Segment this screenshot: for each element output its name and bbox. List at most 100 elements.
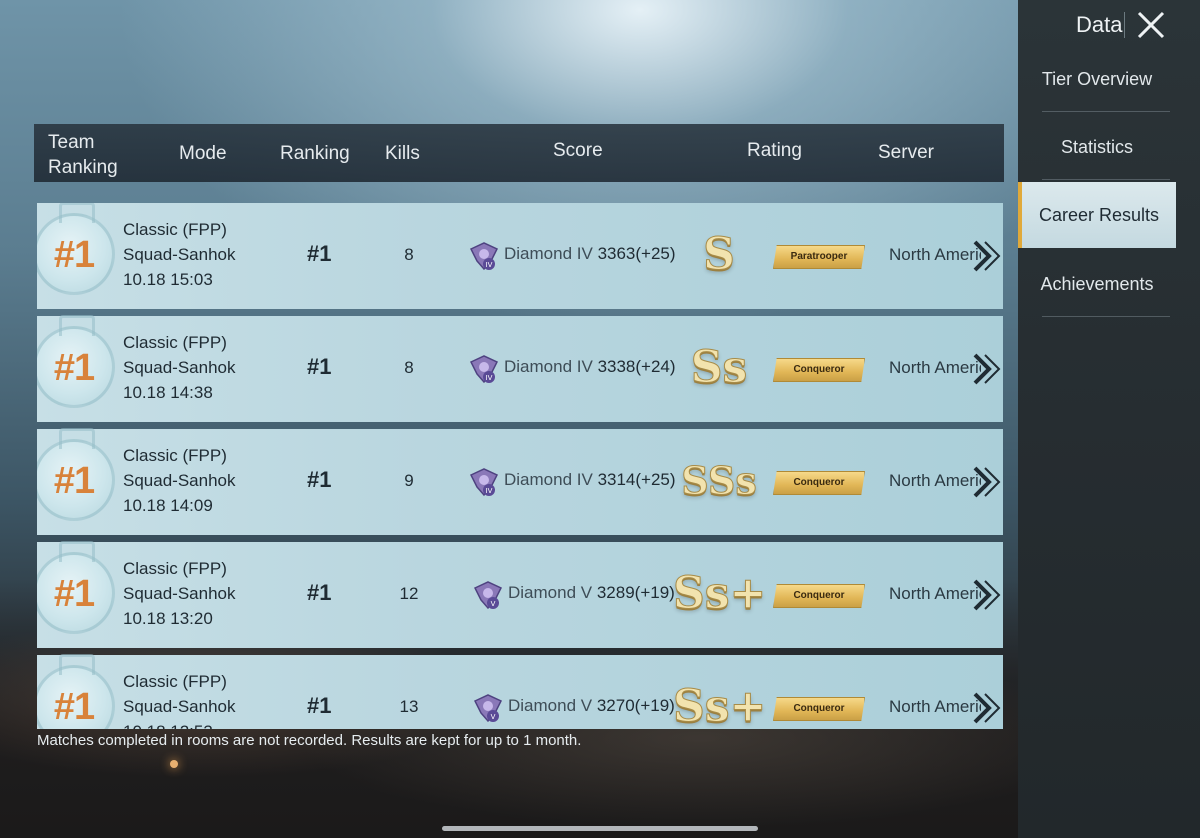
rating-grade: Ss+ bbox=[673, 681, 767, 730]
background-light bbox=[170, 760, 178, 768]
match-info: Classic (FPP) Squad-Sanhok 10.18 14:38 bbox=[123, 330, 235, 405]
diamond-tier-icon: IV bbox=[469, 242, 499, 271]
nav-career-results[interactable]: Career Results bbox=[1018, 182, 1176, 248]
nav-statistics[interactable]: Statistics bbox=[1018, 114, 1176, 180]
team-placement: #1 bbox=[53, 686, 95, 728]
title-badge: Conqueror bbox=[773, 358, 865, 382]
server-name: North America bbox=[889, 245, 981, 264]
nav-label: Tier Overview bbox=[1041, 69, 1153, 89]
close-icon[interactable] bbox=[1136, 10, 1166, 40]
match-row[interactable]: #1 Classic (FPP) Squad-Sanhok 10.18 12:5… bbox=[37, 654, 1003, 730]
match-mode: Classic (FPP) bbox=[123, 672, 227, 691]
title-badge: Conqueror bbox=[773, 584, 865, 608]
nav-divider bbox=[1042, 179, 1170, 180]
chevron-right-icon[interactable] bbox=[971, 465, 1003, 499]
header-server: Server bbox=[878, 142, 934, 163]
nav-label: Statistics bbox=[1060, 137, 1134, 157]
match-mode: Classic (FPP) bbox=[123, 559, 227, 578]
score-text: Diamond V 3289(+19) bbox=[508, 583, 675, 603]
nav-divider bbox=[1042, 316, 1170, 317]
tier-name: Diamond IV bbox=[504, 470, 593, 489]
match-time: 10.18 15:03 bbox=[123, 270, 213, 289]
diamond-tier-icon: V bbox=[473, 581, 503, 610]
tier-name: Diamond IV bbox=[504, 244, 593, 263]
match-time: 10.18 14:38 bbox=[123, 383, 213, 402]
match-time: 10.18 12:53 bbox=[123, 719, 235, 729]
rating-grade: S bbox=[703, 229, 736, 281]
header-score: Score bbox=[553, 140, 603, 161]
match-map: Squad-Sanhok bbox=[123, 584, 236, 603]
match-row[interactable]: #1 Classic (FPP) Squad-Sanhok 10.18 14:3… bbox=[37, 315, 1003, 422]
svg-text:IV: IV bbox=[486, 374, 493, 382]
home-indicator[interactable] bbox=[442, 826, 758, 831]
title-badge: Conqueror bbox=[773, 471, 865, 495]
title-badge: Conqueror bbox=[773, 697, 865, 721]
svg-text:IV: IV bbox=[486, 261, 493, 269]
header-ranking: Ranking bbox=[280, 143, 350, 164]
match-kills: 13 bbox=[399, 697, 419, 716]
match-row[interactable]: #1 Classic (FPP) Squad-Sanhok 10.18 13:2… bbox=[37, 541, 1003, 648]
diamond-tier-icon: IV bbox=[469, 468, 499, 497]
match-row[interactable]: #1 Classic (FPP) Squad-Sanhok 10.18 15:0… bbox=[37, 203, 1003, 309]
score-text: Diamond IV 3363(+25) bbox=[504, 244, 676, 264]
server-name: North America bbox=[889, 697, 981, 716]
match-mode: Classic (FPP) bbox=[123, 333, 227, 352]
match-map: Squad-Sanhok bbox=[123, 471, 236, 490]
score-value: 3270(+19) bbox=[596, 696, 675, 715]
team-placement: #1 bbox=[53, 347, 95, 389]
team-placement: #1 bbox=[53, 460, 95, 502]
match-map: Squad-Sanhok bbox=[123, 245, 236, 264]
match-map: Squad-Sanhok bbox=[123, 358, 236, 377]
medal-icon: #1 bbox=[37, 654, 115, 729]
tier-name: Diamond IV bbox=[504, 357, 593, 376]
match-kills: 8 bbox=[404, 358, 414, 377]
match-row[interactable]: #1 Classic (FPP) Squad-Sanhok 10.18 14:0… bbox=[37, 428, 1003, 535]
server-name: North America bbox=[889, 471, 981, 490]
chevron-right-icon[interactable] bbox=[971, 352, 1003, 386]
score-value: 3338(+24) bbox=[597, 357, 676, 376]
match-kills: 9 bbox=[404, 471, 414, 490]
title-badge: Paratrooper bbox=[773, 245, 865, 269]
match-info: Classic (FPP) Squad-Sanhok 10.18 14:09 bbox=[123, 443, 235, 518]
tier-name: Diamond V bbox=[508, 696, 593, 715]
medal-icon: #1 bbox=[37, 315, 115, 408]
match-info: Classic (FPP) Squad-Sanhok 10.18 12:53 bbox=[123, 669, 235, 729]
match-mode: Classic (FPP) bbox=[123, 446, 227, 465]
header-rating: Rating bbox=[747, 140, 802, 161]
medal-icon: #1 bbox=[37, 203, 115, 295]
medal-icon: #1 bbox=[37, 541, 115, 634]
career-results-list[interactable]: #1 Classic (FPP) Squad-Sanhok 10.18 15:0… bbox=[37, 203, 1003, 729]
medal-icon: #1 bbox=[37, 428, 115, 521]
score-text: Diamond IV 3314(+25) bbox=[504, 470, 676, 490]
svg-text:V: V bbox=[491, 713, 496, 721]
diamond-tier-icon: V bbox=[473, 694, 503, 723]
match-time: 10.18 13:20 bbox=[123, 609, 213, 628]
tier-name: Diamond V bbox=[508, 583, 593, 602]
rating-grade: Ss+ bbox=[673, 568, 767, 620]
header-mode: Mode bbox=[179, 143, 227, 164]
match-ranking: #1 bbox=[307, 467, 332, 492]
match-time: 10.18 14:09 bbox=[123, 496, 213, 515]
table-header: Team Ranking Mode Ranking Kills Score Ra… bbox=[34, 124, 1004, 182]
panel-title: Data bbox=[1076, 12, 1123, 37]
diamond-tier-icon: IV bbox=[469, 355, 499, 384]
score-value: 3289(+19) bbox=[596, 583, 675, 602]
chevron-right-icon[interactable] bbox=[971, 239, 1003, 273]
chevron-right-icon[interactable] bbox=[971, 578, 1003, 612]
match-kills: 12 bbox=[399, 584, 419, 603]
match-kills: 8 bbox=[404, 245, 414, 264]
match-map: Squad-Sanhok bbox=[123, 697, 236, 716]
nav-label: Achievements bbox=[1040, 274, 1154, 294]
score-value: 3314(+25) bbox=[597, 470, 676, 489]
score-value: 3363(+25) bbox=[597, 244, 676, 263]
nav-label: Career Results bbox=[1038, 205, 1160, 225]
nav-tier-overview[interactable]: Tier Overview bbox=[1018, 46, 1176, 112]
nav-achievements[interactable]: Achievements bbox=[1018, 251, 1176, 317]
nav-divider bbox=[1042, 111, 1170, 112]
svg-text:IV: IV bbox=[486, 487, 493, 495]
rating-grade: SSs bbox=[681, 458, 757, 504]
team-placement: #1 bbox=[53, 573, 95, 615]
panel-divider bbox=[1124, 12, 1125, 38]
server-name: North America bbox=[889, 358, 981, 377]
chevron-right-icon[interactable] bbox=[971, 691, 1003, 725]
